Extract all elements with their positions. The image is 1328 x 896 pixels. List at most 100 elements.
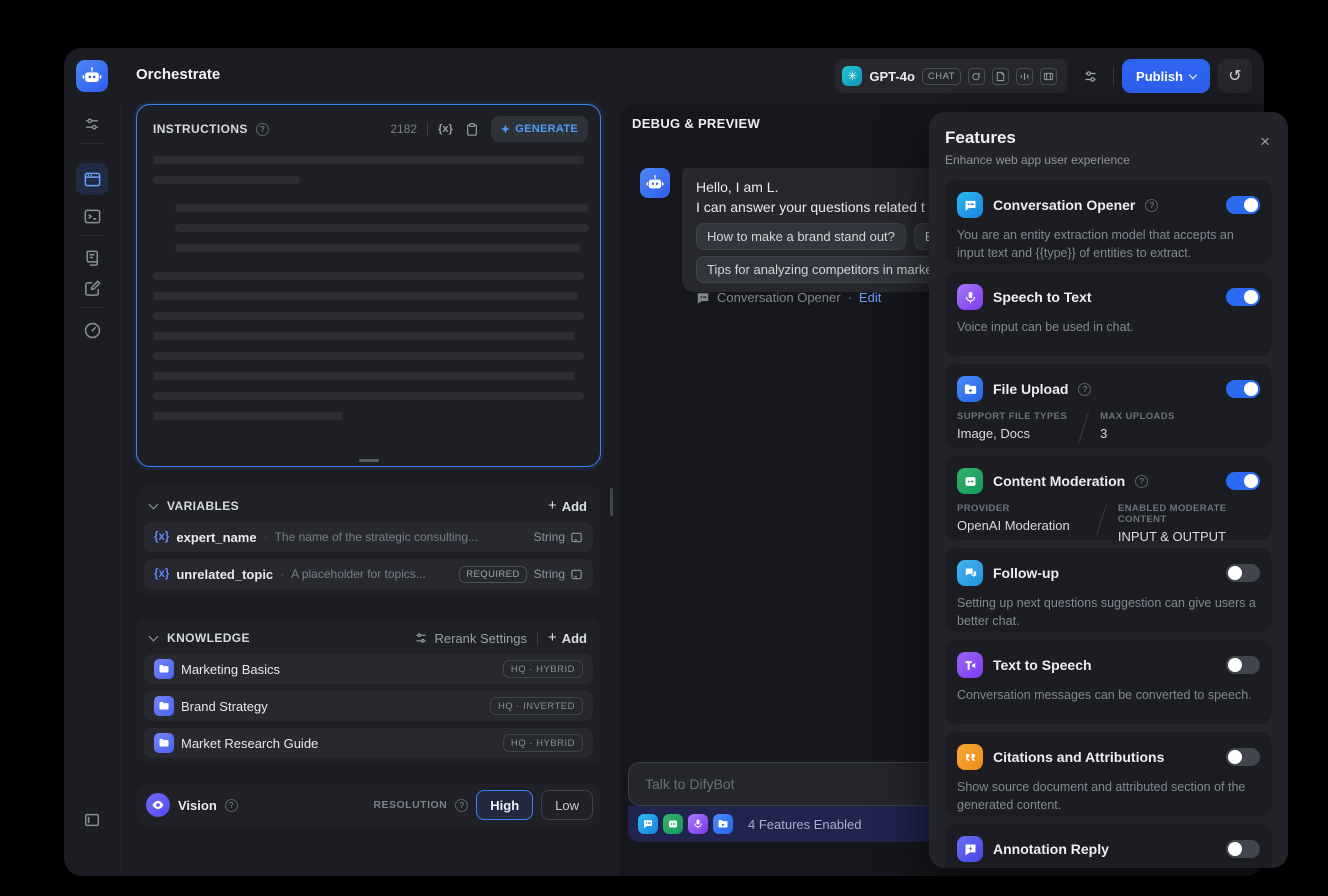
model-mode-badge: CHAT	[921, 67, 962, 85]
model-selector[interactable]: ✳ GPT-4o CHAT	[835, 59, 1068, 93]
sliders-icon	[416, 633, 427, 643]
retrieval-badge: HQ · INVERTED	[489, 697, 583, 715]
resolution-low-button[interactable]: Low	[541, 790, 593, 820]
chevron-down-icon	[1188, 70, 1198, 79]
speech-to-text-mini-icon	[688, 814, 708, 834]
help-icon[interactable]: ?	[1078, 382, 1092, 396]
citations-toggle[interactable]	[1226, 748, 1260, 766]
edit-opener-link[interactable]: Edit	[859, 290, 881, 305]
page-title: Orchestrate	[136, 66, 221, 83]
collapse-chevron-icon[interactable]	[148, 631, 159, 642]
string-type-icon	[571, 532, 582, 542]
copy-button[interactable]	[461, 118, 483, 140]
resolution-high-button[interactable]: High	[476, 790, 534, 820]
feature-card-speech-to-text: Speech to Text Voice input can be used i…	[945, 272, 1272, 356]
topbar-divider	[1113, 67, 1115, 85]
publish-button[interactable]: Publish	[1122, 59, 1210, 93]
conversation-opener-mini-icon	[638, 814, 658, 834]
resize-handle[interactable]	[358, 459, 379, 462]
help-icon[interactable]: ?	[1135, 474, 1149, 488]
add-variable-button[interactable]: + Add	[548, 497, 587, 514]
vision-eye-icon	[146, 793, 170, 817]
variable-token-icon: {x}	[154, 568, 170, 580]
help-icon[interactable]: ?	[224, 798, 238, 812]
string-type-icon	[571, 569, 582, 579]
content-moderation-icon	[957, 468, 983, 494]
knowledge-title: KNOWLEDGE	[167, 631, 250, 645]
sidebar-divider	[79, 143, 105, 144]
text-to-speech-icon	[957, 652, 983, 678]
sidebar-item-monitoring[interactable]	[78, 316, 106, 344]
annotation-reply-toggle[interactable]	[1226, 840, 1260, 858]
instructions-title: INSTRUCTIONS	[153, 122, 248, 136]
retrieval-badge: HQ · HYBRID	[502, 660, 583, 678]
knowledge-item[interactable]: Brand Strategy HQ · INVERTED	[144, 691, 593, 721]
dataset-folder-icon	[154, 733, 174, 753]
file-upload-mini-icon	[713, 814, 733, 834]
collapse-chevron-icon[interactable]	[148, 499, 159, 510]
sparkle-icon: ✦	[500, 123, 511, 136]
robot-icon	[646, 175, 664, 189]
variable-row[interactable]: {x} unrelated_topic · A placeholder for …	[144, 559, 593, 589]
knowledge-item[interactable]: Market Research Guide HQ · HYBRID	[144, 728, 593, 758]
variable-row[interactable]: {x} expert_name · The name of the strate…	[144, 522, 593, 552]
conversation-opener-row: Conversation Opener · Edit	[696, 290, 881, 305]
features-panel-subtitle: Enhance web app user experience	[945, 153, 1130, 167]
features-enabled-label: 4 Features Enabled	[748, 816, 862, 832]
sidebar-item-logs[interactable]	[78, 244, 106, 272]
add-knowledge-button[interactable]: + Add	[548, 629, 587, 646]
dataset-folder-icon	[154, 659, 174, 679]
rerank-settings-button[interactable]: Rerank Settings	[414, 631, 527, 646]
file-upload-toggle[interactable]	[1226, 380, 1260, 398]
openai-logo-icon: ✳	[842, 66, 863, 86]
knowledge-item[interactable]: Marketing Basics HQ · HYBRID	[144, 654, 593, 684]
text-to-speech-toggle[interactable]	[1226, 656, 1260, 674]
scrollbar-thumb[interactable]	[610, 488, 613, 516]
required-badge: REQUIRED	[459, 565, 527, 583]
help-icon[interactable]: ?	[455, 798, 469, 812]
suggested-question-chip[interactable]: How to make a brand stand out?	[696, 223, 906, 250]
file-upload-icon	[957, 376, 983, 402]
sidebar-item-settings[interactable]	[78, 110, 106, 138]
conversation-opener-toggle[interactable]	[1226, 196, 1260, 214]
model-name: GPT-4o	[869, 68, 915, 84]
feature-card-content-moderation: Content Moderation ? PROVIDER OpenAI Mode…	[945, 456, 1272, 544]
features-panel-title: Features	[945, 128, 1016, 147]
history-icon: ↺	[1228, 68, 1242, 85]
speech-to-text-toggle[interactable]	[1226, 288, 1260, 306]
content-moderation-toggle[interactable]	[1226, 472, 1260, 490]
topbar-actions: ✳ GPT-4o CHAT Publish ↺	[835, 59, 1252, 93]
sidebar-collapse-button[interactable]	[78, 806, 106, 834]
help-icon[interactable]: ?	[255, 122, 269, 136]
insert-variable-button[interactable]: {x}	[438, 123, 453, 135]
sidebar-item-orchestrate[interactable]	[76, 163, 108, 195]
feature-card-conversation-opener: Conversation Opener ? You are an entity …	[945, 180, 1272, 264]
sidebar-divider	[79, 307, 105, 308]
feature-card-text-to-speech: Text to Speech Conversation messages can…	[945, 640, 1272, 724]
follow-up-toggle[interactable]	[1226, 564, 1260, 582]
annotation-reply-icon	[957, 836, 983, 862]
content-moderation-mini-icon	[663, 814, 683, 834]
toolbar-divider	[427, 122, 429, 136]
model-parameters-button[interactable]	[1075, 61, 1105, 91]
bot-avatar	[640, 168, 670, 198]
sidebar	[64, 104, 121, 876]
character-count: 2182	[390, 122, 418, 136]
document-capability-icon	[992, 67, 1010, 85]
features-panel: Features × Enhance web app user experien…	[929, 112, 1288, 868]
citations-icon	[957, 744, 983, 770]
app-logo-robot-icon[interactable]	[76, 60, 108, 92]
sidebar-item-annotations[interactable]	[78, 274, 106, 302]
follow-up-icon	[957, 560, 983, 586]
version-history-button[interactable]: ↺	[1218, 59, 1252, 93]
generate-button[interactable]: ✦ GENERATE	[490, 116, 588, 142]
knowledge-section: KNOWLEDGE Rerank Settings + Add Marketing…	[136, 618, 601, 764]
help-icon[interactable]: ?	[1145, 198, 1159, 212]
vision-capability-icon	[968, 67, 986, 85]
sidebar-item-terminal[interactable]	[78, 202, 106, 230]
instructions-panel[interactable]: INSTRUCTIONS ? 2182 {x} ✦ GENERATE	[136, 104, 601, 467]
sidebar-divider	[79, 235, 105, 236]
instructions-text-skeleton	[137, 142, 600, 420]
close-icon[interactable]: ×	[1260, 132, 1270, 152]
speech-to-text-icon	[957, 284, 983, 310]
